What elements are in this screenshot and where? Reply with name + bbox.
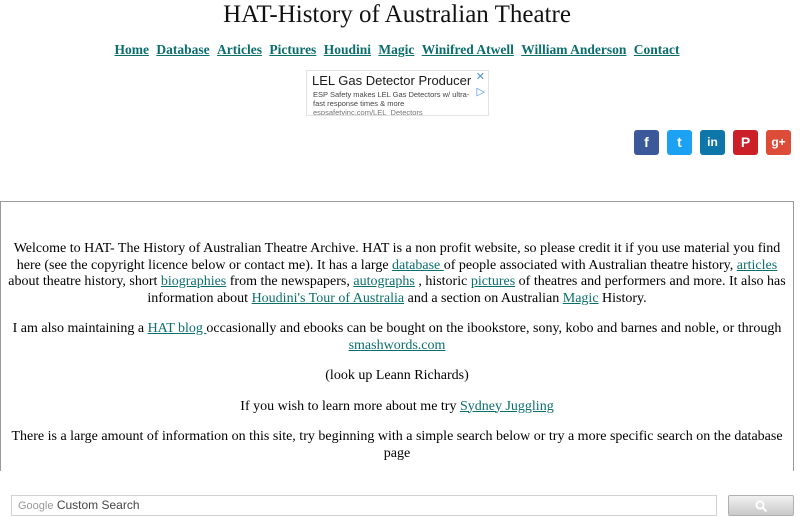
nav-contact[interactable]: Contact <box>634 42 680 57</box>
main-nav: Home Database Articles Pictures Houdini … <box>0 42 794 58</box>
intro-content: Welcome to HAT- The History of Australia… <box>2 241 792 476</box>
pictures-link[interactable]: pictures <box>471 274 515 289</box>
search-button[interactable] <box>728 495 794 516</box>
custom-search-bar: Google Custom Search <box>11 495 794 517</box>
lookup-paragraph: (look up Leann Richards) <box>325 368 469 383</box>
search-placeholder: Custom Search <box>56 498 140 512</box>
database-link[interactable]: database <box>392 258 444 273</box>
ad-headline[interactable]: LEL Gas Detector Producer <box>312 73 471 88</box>
blog-paragraph: I am also maintaining a HAT blog occasio… <box>12 321 782 353</box>
nav-winifred-atwell[interactable]: Winifred Atwell <box>422 42 514 57</box>
facebook-icon[interactable]: f <box>634 130 659 155</box>
nav-houdini[interactable]: Houdini <box>324 42 371 57</box>
ad-description: ESP Safety makes LEL Gas Detectors w/ ul… <box>313 90 470 108</box>
advertisement[interactable]: LEL Gas Detector Producer ✕ ▷ ESP Safety… <box>306 70 489 116</box>
biographies-link[interactable]: biographies <box>161 274 226 289</box>
sydney-juggling-link[interactable]: Sydney Juggling <box>460 399 554 414</box>
search-icon <box>755 500 768 513</box>
smashwords-link[interactable]: smashwords.com <box>349 338 446 353</box>
magic-link[interactable]: Magic <box>563 291 599 306</box>
google-brand-label: Google <box>18 500 54 512</box>
search-hint-paragraph: There is a large amount of information o… <box>11 429 783 461</box>
linkedin-icon[interactable]: in <box>700 130 725 155</box>
ad-close-icon[interactable]: ✕ <box>476 71 485 83</box>
site-title: HAT-History of Australian Theatre <box>223 1 571 28</box>
ad-url[interactable]: espsafetyinc.com/LEL_Detectors <box>313 108 423 115</box>
intro-paragraph: Welcome to HAT- The History of Australia… <box>8 241 786 306</box>
articles-link[interactable]: articles <box>737 258 777 273</box>
nav-william-anderson[interactable]: William Anderson <box>521 42 626 57</box>
autographs-link[interactable]: autographs <box>353 274 414 289</box>
nav-pictures[interactable]: Pictures <box>269 42 316 57</box>
google-plus-icon[interactable]: g+ <box>766 130 791 155</box>
search-input[interactable]: Google Custom Search <box>11 495 717 516</box>
hat-blog-link[interactable]: HAT blog <box>148 321 207 336</box>
twitter-icon[interactable]: t <box>667 130 692 155</box>
pinterest-icon[interactable]: P <box>733 130 758 155</box>
houdini-tour-link[interactable]: Houdini's Tour of Australia <box>252 291 405 306</box>
nav-database[interactable]: Database <box>156 42 209 57</box>
nav-home[interactable]: Home <box>114 42 149 57</box>
nav-articles[interactable]: Articles <box>217 42 262 57</box>
about-paragraph: If you wish to learn more about me try S… <box>240 398 554 414</box>
nav-magic[interactable]: Magic <box>378 42 414 57</box>
